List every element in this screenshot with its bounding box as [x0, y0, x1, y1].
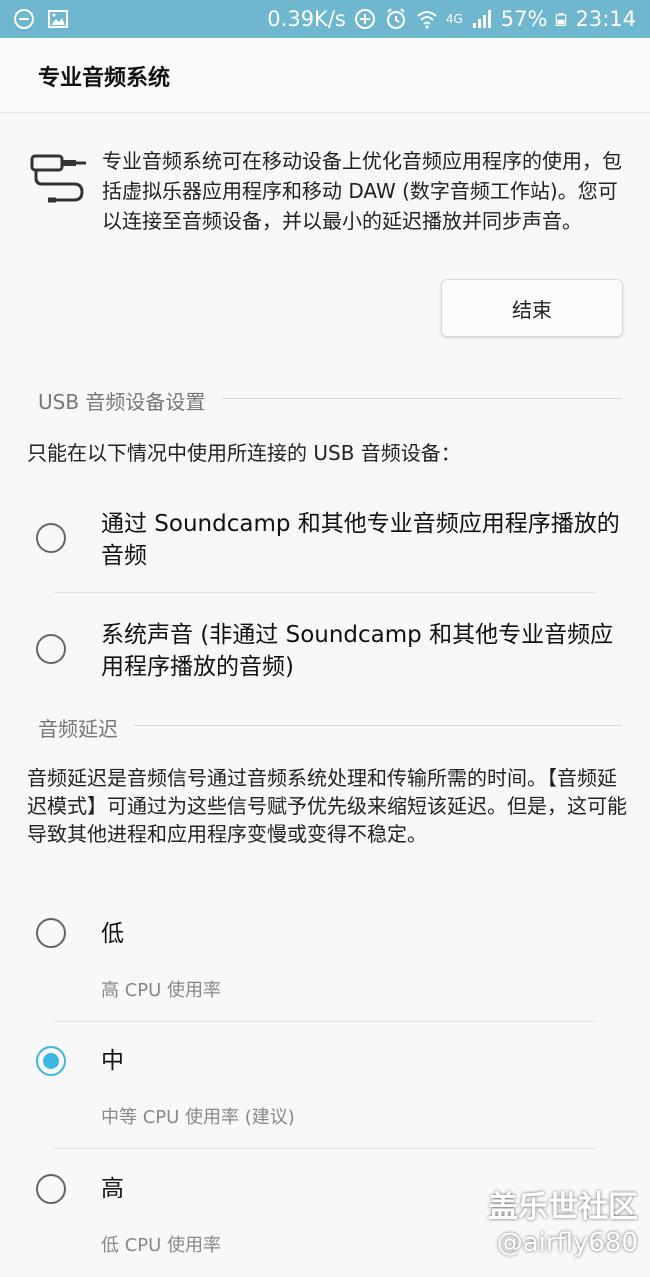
- latency-option-high-sub: 低 CPU 使用率: [101, 1235, 222, 1256]
- option-divider: [54, 1021, 596, 1022]
- app-header: 专业音频系统: [0, 38, 650, 113]
- battery-icon: [556, 13, 567, 26]
- usb-option-system-label: 系统声音 (非通过 Soundcamp 和其他专业音频应用程序播放的音频): [101, 622, 614, 680]
- intro-description: 专业音频系统可在移动设备上优化音频应用程序的使用，包括虚拟乐器应用程序和移动 D…: [102, 149, 622, 233]
- status-bar: 0.39K/s 4G 57% 23:14: [0, 0, 650, 38]
- latency-option-high-label: 高: [101, 1176, 124, 1202]
- usb-section-header: USB 音频设备设置: [38, 390, 206, 414]
- end-button[interactable]: 结束: [441, 279, 623, 337]
- network-type: 4G: [445, 12, 463, 26]
- latency-section-header: 音频延迟: [38, 717, 118, 741]
- latency-description: 音频延迟是音频信号通过音频系统处理和传输所需的时间。【音频延迟模式】可通过为这些…: [27, 766, 627, 846]
- clock: 23:14: [575, 7, 636, 31]
- usb-option-soundcamp-radio[interactable]: [36, 523, 66, 553]
- latency-option-low-sub: 高 CPU 使用率: [101, 980, 222, 1001]
- usb-option-system-radio[interactable]: [36, 634, 66, 664]
- battery-percent: 57%: [500, 7, 548, 31]
- latency-option-medium-radio[interactable]: [36, 1046, 66, 1076]
- audio-cable-icon: [30, 154, 86, 203]
- latency-option-low-radio[interactable]: [36, 918, 66, 948]
- latency-option-low-label: 低: [101, 921, 124, 947]
- do-not-disturb-icon: [14, 9, 34, 29]
- section-divider: [134, 725, 622, 726]
- usb-option-soundcamp-label: 通过 Soundcamp 和其他专业音频应用程序播放的音频: [101, 511, 620, 569]
- signal-icon: [472, 10, 491, 28]
- watermark-community: 盖乐世社区: [488, 1190, 638, 1225]
- latency-option-medium-label: 中: [101, 1048, 124, 1074]
- latency-option-medium-sub: 中等 CPU 使用率 (建议): [101, 1107, 295, 1128]
- option-divider: [54, 592, 596, 593]
- page-title: 专业音频系统: [38, 66, 171, 91]
- alarm-icon: [386, 8, 405, 29]
- usb-description: 只能在以下情况中使用所连接的 USB 音频设备：: [27, 441, 461, 465]
- section-divider: [222, 398, 622, 399]
- option-divider: [54, 1148, 596, 1149]
- image-icon: [48, 10, 68, 28]
- data-saver-icon: [354, 9, 375, 29]
- watermark-user: @airfly680: [496, 1228, 638, 1258]
- network-speed: 0.39K/s: [267, 7, 346, 31]
- latency-option-high-radio[interactable]: [36, 1174, 66, 1204]
- wifi-icon: [417, 11, 437, 29]
